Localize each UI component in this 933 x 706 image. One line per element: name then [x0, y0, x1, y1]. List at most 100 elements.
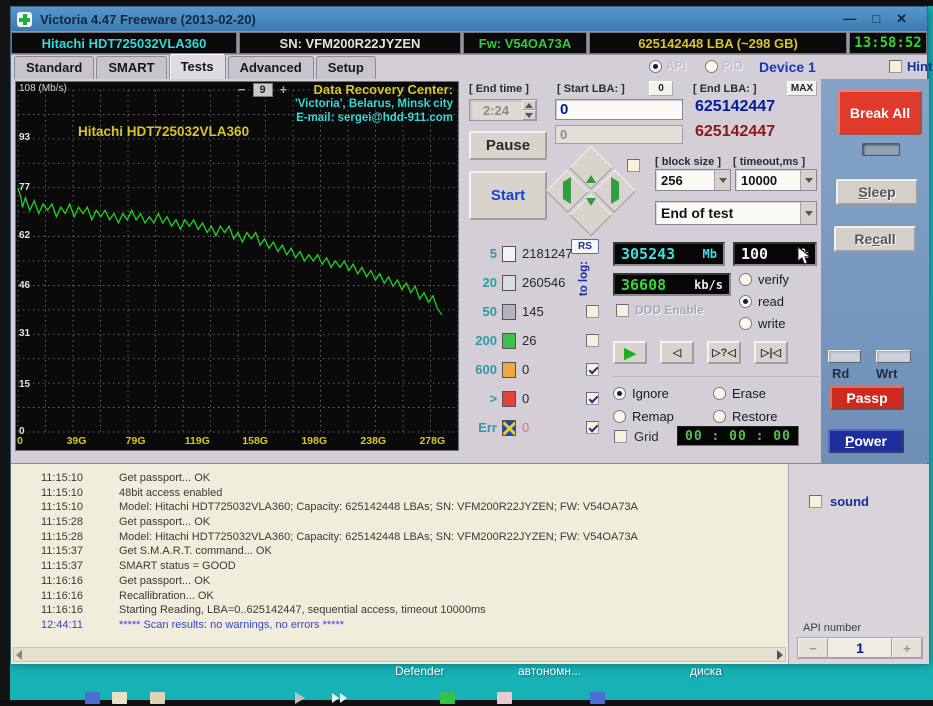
dropdown-arrow-icon[interactable] [800, 170, 816, 190]
start-lba-input[interactable]: 0 [555, 99, 683, 120]
power-button[interactable]: Power [828, 429, 904, 453]
log-time: 11:15:10 [41, 486, 84, 499]
tab-bar-tabs: Standard SMART Tests Advanced Setup [14, 53, 378, 79]
taskbar-play-icon[interactable] [295, 692, 305, 704]
desktop-icon-label[interactable]: автономн... [518, 664, 581, 678]
drive-serial: SN: VFM200R22JYZEN [239, 32, 461, 54]
grid-checkbox[interactable] [614, 430, 627, 443]
histogram-log-checkbox[interactable] [586, 334, 599, 347]
label-part: ower [854, 433, 888, 449]
tab-tests[interactable]: Tests [168, 53, 226, 79]
graph-drive-label: Hitachi HDT725032VLA360 [78, 124, 250, 139]
pause-button[interactable]: Pause [469, 131, 547, 160]
pio-radio[interactable]: PIO [705, 59, 743, 73]
mode-radio-group: verify read write [739, 271, 789, 331]
tab-setup[interactable]: Setup [315, 56, 376, 79]
sound-checkbox-group[interactable]: sound [809, 494, 869, 509]
taskbar-chevron-icon[interactable] [332, 693, 339, 703]
write-indicator-label: Wrt [876, 366, 898, 381]
start-button[interactable]: Start [469, 171, 547, 220]
scan-edge-button[interactable]: ▷|◁ [754, 341, 788, 364]
histogram-log-checkbox[interactable] [586, 363, 599, 376]
histogram-log-checkbox[interactable] [586, 421, 599, 434]
break-all-button[interactable]: Break All [838, 90, 922, 135]
taskbar-icon[interactable] [112, 692, 127, 704]
title-bar[interactable]: Victoria 4.47 Freeware (2013-02-20) — □ … [11, 7, 927, 31]
tab-smart[interactable]: SMART [96, 56, 167, 79]
desktop: Victoria 4.47 Freeware (2013-02-20) — □ … [10, 6, 933, 704]
radio-restore[interactable]: Restore [713, 408, 823, 424]
zoom-in-button[interactable]: + [280, 82, 288, 97]
ddd-enable-group[interactable]: DDD Enable [616, 303, 704, 317]
taskbar-chevron-icon[interactable] [340, 693, 347, 703]
desktop-labels: Defender автономн... диска [10, 664, 933, 684]
api-number-decrement-button[interactable]: − [798, 638, 828, 658]
radio-erase[interactable]: Erase [713, 385, 823, 401]
log-text: Recallibration... OK [119, 589, 214, 602]
timeout-select[interactable]: 10000 [735, 169, 817, 191]
dropdown-arrow-icon[interactable] [800, 202, 816, 224]
playback-controls: ▶ ◁ ▷?◁ ▷|◁ [613, 341, 788, 364]
scroll-right-icon[interactable] [777, 649, 783, 660]
desktop-icon-label[interactable]: Defender [395, 664, 444, 678]
histogram-count: 0 [522, 420, 530, 435]
radio-write[interactable]: write [739, 315, 789, 331]
end-time-up-button[interactable] [522, 100, 536, 110]
minimize-button[interactable]: — [843, 12, 856, 26]
log-panel[interactable]: 11:15:10 Get passport... OK 11:15:10 48bit … [11, 464, 789, 664]
sleep-button[interactable]: Sleep [836, 179, 918, 205]
taskbar-icon[interactable] [440, 692, 455, 704]
lower-right-panel: sound API number − 1 + [789, 464, 929, 664]
error-icon [502, 419, 516, 436]
zoom-out-button[interactable]: − [238, 82, 246, 97]
radio-remap[interactable]: Remap [613, 408, 713, 424]
passport-button[interactable]: Passp [830, 386, 904, 410]
hints-checkbox-group[interactable]: Hints [889, 59, 933, 74]
tab-advanced[interactable]: Advanced [227, 56, 314, 79]
end-action-select[interactable]: End of test [655, 201, 817, 225]
end-lba-label: [ End LBA: ] [693, 83, 757, 95]
end-time-spinner[interactable]: 2:24 [469, 99, 537, 121]
hints-checkbox[interactable] [889, 60, 902, 73]
taskbar-icon[interactable] [497, 692, 512, 704]
dropdown-arrow-icon[interactable] [714, 170, 730, 190]
start-lba-zero-button[interactable]: 0 [649, 81, 673, 96]
histogram-row: 200 26 [467, 332, 609, 349]
radio-verify[interactable]: verify [739, 271, 789, 287]
radio-ignore[interactable]: Ignore [613, 385, 713, 401]
api-radio[interactable]: API [649, 59, 686, 73]
histogram-row: 5 2181247 [467, 245, 609, 262]
log-time: 11:16:16 [41, 589, 84, 602]
scan-forward-button[interactable]: ▶ [613, 341, 647, 364]
radio-read[interactable]: read [739, 293, 789, 309]
histogram-log-checkbox[interactable] [586, 392, 599, 405]
histogram-log-checkbox[interactable] [586, 305, 599, 318]
api-number-increment-button[interactable]: + [892, 638, 922, 658]
read-indicator-label: Rd [832, 366, 850, 381]
device-selector[interactable]: Device 1 [759, 59, 816, 75]
scan-reverse-button[interactable]: ◁ [660, 341, 694, 364]
nav-option-checkbox[interactable] [627, 159, 640, 172]
end-time-down-button[interactable] [522, 110, 536, 120]
scroll-left-icon[interactable] [16, 649, 22, 660]
tab-standard[interactable]: Standard [14, 56, 95, 79]
log-entry: 11:15:28 Get passport... OK [11, 516, 788, 531]
close-button[interactable]: ✕ [896, 12, 907, 26]
recall-button[interactable]: Re c all [834, 226, 916, 252]
scan-find-button[interactable]: ▷?◁ [707, 341, 741, 364]
desktop-icon-label[interactable]: диска [690, 664, 722, 678]
block-size-select[interactable]: 256 [655, 169, 731, 191]
sound-checkbox[interactable] [809, 495, 822, 508]
maximize-button[interactable]: □ [872, 12, 880, 26]
app-icon [17, 11, 32, 27]
log-horizontal-scrollbar[interactable] [13, 647, 786, 662]
monitor-bezel-left [0, 0, 10, 700]
ddd-enable-checkbox[interactable] [616, 303, 629, 317]
end-lba-max-button[interactable]: MAX [787, 81, 817, 96]
taskbar-icon[interactable] [150, 692, 165, 704]
taskbar-icon[interactable] [590, 692, 605, 704]
radio-dot-icon [739, 294, 752, 308]
grid-checkbox-group[interactable]: Grid [614, 429, 659, 444]
taskbar-icon[interactable] [85, 692, 100, 704]
current-lba-input[interactable]: 0 [555, 125, 683, 144]
